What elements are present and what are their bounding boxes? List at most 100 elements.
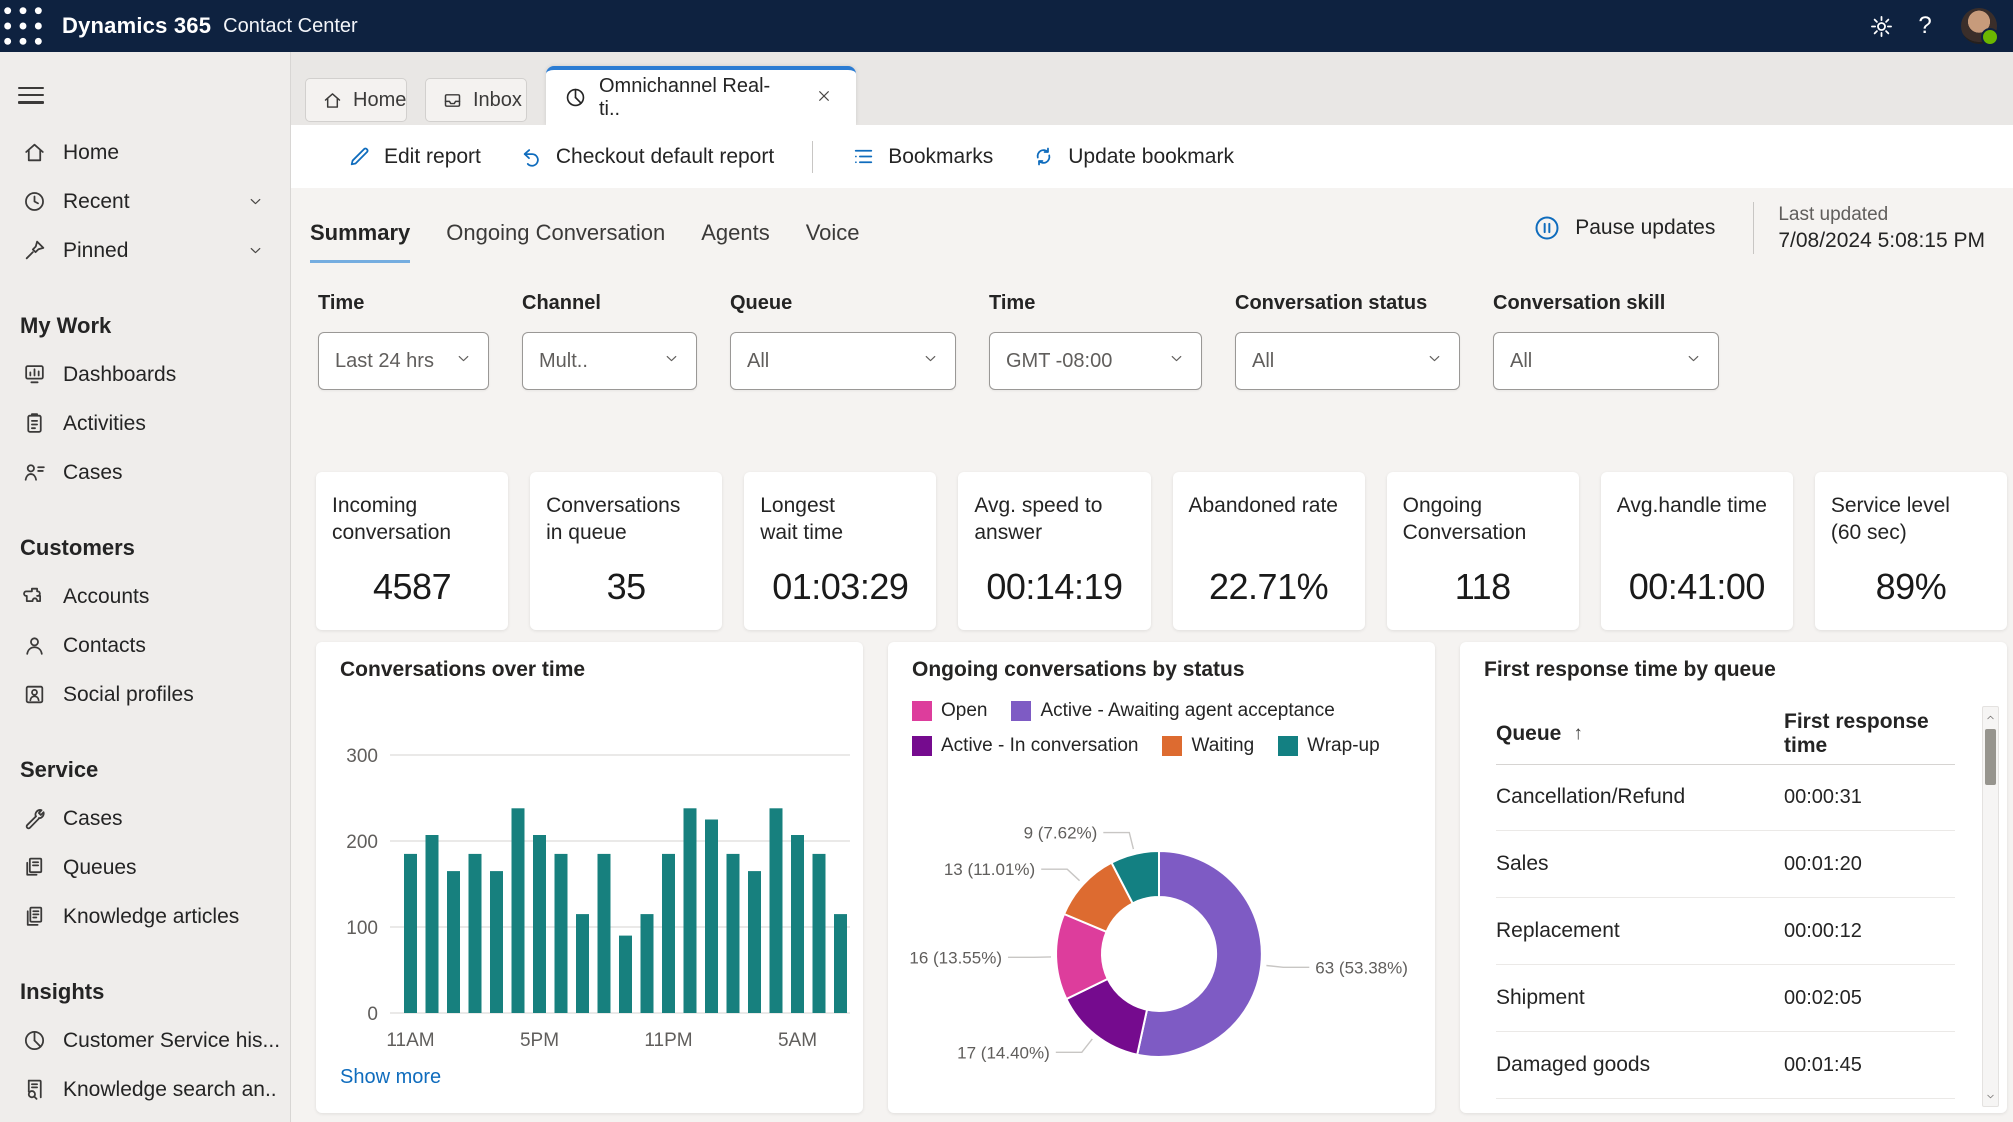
sidebar-item-cases[interactable]: Cases	[0, 448, 290, 497]
sidebar-item-dashboards[interactable]: Dashboards	[0, 350, 290, 399]
filter-label: Time	[318, 292, 365, 314]
scroll-down-icon[interactable]	[1983, 1088, 1998, 1104]
sidebar-item-label: Contacts	[63, 633, 146, 657]
first-response-time-card: First response time by queue Queue ↑ Fir…	[1460, 642, 2007, 1113]
sidebar-item-knowledge-search-an[interactable]: Knowledge search an..	[0, 1065, 290, 1114]
table-row: Shipment 00:02:05	[1496, 965, 1955, 1032]
sidebar-item-cases[interactable]: Cases	[0, 794, 290, 843]
pause-updates-button[interactable]: Pause updates	[1533, 214, 1715, 242]
pie-icon	[564, 86, 587, 109]
bar	[597, 853, 611, 1013]
filter-queue: Queue All	[730, 292, 956, 390]
inbox-icon	[442, 90, 463, 111]
kpi-title: Longest wait time	[760, 494, 844, 544]
legend-swatch-icon	[912, 736, 932, 756]
bar	[576, 914, 589, 1013]
sidebar-item-customer-service-his[interactable]: Customer Service his...	[0, 1016, 290, 1065]
table-scrollbar[interactable]	[1982, 706, 1999, 1107]
show-more-link[interactable]: Show more	[340, 1066, 441, 1089]
sidebar-item-social-profiles[interactable]: Social profiles	[0, 670, 290, 719]
svg-text:11PM: 11PM	[644, 1030, 692, 1051]
sidebar-item-label: Pinned	[63, 238, 129, 262]
filter-dropdown[interactable]: All	[1235, 332, 1460, 390]
donut-legend: Open Active - Awaiting agent acceptance Ac…	[912, 700, 1412, 757]
hamburger-menu-icon[interactable]	[18, 82, 44, 104]
bar	[554, 853, 568, 1013]
filter-dropdown[interactable]: All	[1493, 332, 1719, 390]
filter-dropdown[interactable]: All	[730, 332, 956, 390]
kpi-title: Incoming conversation	[332, 494, 452, 544]
tab-home[interactable]: Home	[305, 78, 407, 122]
doc-search-icon	[22, 1077, 47, 1102]
user-avatar[interactable]	[1961, 8, 1999, 46]
report-tab-agents[interactable]: Agents	[701, 210, 770, 263]
donut-callout-label: 9 (7.62%)	[1024, 824, 1098, 843]
sidebar-item-activities[interactable]: Activities	[0, 399, 290, 448]
sidebar-item-contacts[interactable]: Contacts	[0, 621, 290, 670]
svg-text:0: 0	[367, 1004, 378, 1025]
svg-text:100: 100	[346, 918, 378, 939]
report-tab-summary[interactable]: Summary	[310, 210, 411, 263]
person-list-icon	[22, 460, 47, 485]
bar	[812, 853, 826, 1013]
donut-callout-label: 13 (11.01%)	[944, 860, 1035, 879]
bookmarks-icon	[851, 144, 876, 169]
chevron-down-icon	[455, 350, 472, 372]
kpi-card: Service level (60 sec) 89%	[1814, 472, 2007, 630]
column-header-queue[interactable]: Queue ↑	[1496, 722, 1784, 746]
checkout-default-report-button[interactable]: Checkout default report	[519, 144, 774, 169]
scroll-up-icon[interactable]	[1983, 709, 1998, 725]
close-icon[interactable]	[816, 87, 838, 109]
tab-label: Home	[353, 88, 407, 111]
sidebar-item-label: Dashboards	[63, 362, 177, 386]
edit-report-button[interactable]: Edit report	[347, 144, 481, 169]
sidebar-item-pinned[interactable]: Pinned	[0, 226, 290, 275]
chevron-down-icon	[922, 350, 939, 372]
sidebar-item-recent[interactable]: Recent	[0, 177, 290, 226]
kpi-card: Incoming conversation 4587	[316, 472, 509, 630]
filter-dropdown[interactable]: GMT -08:00	[989, 332, 1202, 390]
kpi-card: Avg.handle time 00:41:00	[1600, 472, 1793, 630]
pencil-icon	[347, 144, 372, 169]
filter-time: Time GMT -08:00	[989, 292, 1202, 390]
filter-value: All	[747, 349, 770, 372]
sidebar-nav: Home Recent Pinned My Work Dashboards Activit…	[0, 128, 290, 1122]
waffle-icon[interactable]	[0, 0, 46, 52]
pause-icon	[1533, 214, 1561, 242]
update-bookmark-button[interactable]: Update bookmark	[1031, 144, 1234, 169]
donut-callout-label: 16 (13.55%)	[909, 948, 1002, 967]
puzzle-icon	[22, 584, 47, 609]
help-icon[interactable]: ?	[1903, 0, 1947, 52]
settings-gear-icon[interactable]	[1859, 0, 1903, 52]
bar	[425, 835, 439, 1013]
sidebar-item-queues[interactable]: Queues	[0, 843, 290, 892]
report-canvas: Summary Ongoing Conversation Agents Voice P…	[291, 188, 2013, 1122]
report-tab-voice[interactable]: Voice	[806, 210, 860, 263]
pause-updates-label: Pause updates	[1575, 216, 1716, 239]
filter-dropdown[interactable]: Mult..	[522, 332, 697, 390]
chart-title: Ongoing conversations by status	[912, 658, 1245, 681]
bookmarks-button[interactable]: Bookmarks	[851, 144, 993, 169]
scrollbar-thumb[interactable]	[1985, 729, 1996, 785]
filter-dropdown[interactable]: Last 24 hrs	[318, 332, 489, 390]
kpi-title: Avg. speed to answer	[974, 494, 1103, 544]
filter-label: Conversation skill	[1493, 292, 1666, 314]
sidebar-section-header: My Work	[20, 312, 112, 338]
legend-swatch-icon	[1011, 701, 1032, 721]
sidebar-item-knowledge-articles[interactable]: Knowledge articles	[0, 892, 290, 941]
column-header-first-response-time[interactable]: First response time	[1784, 710, 1955, 758]
sidebar-item-omnichannel-histori[interactable]: Omnichannel histori..	[0, 1114, 290, 1122]
sidebar-section-header: Service	[20, 756, 99, 782]
svg-text:5PM: 5PM	[520, 1030, 559, 1051]
report-tab-ongoing-conversation[interactable]: Ongoing Conversation	[446, 210, 665, 263]
sidebar-item-accounts[interactable]: Accounts	[0, 572, 290, 621]
tab-inbox[interactable]: Inbox	[425, 78, 527, 122]
table-row: Technical assistance00:00:25	[1496, 1099, 1955, 1113]
kpi-value: 89%	[1875, 566, 1947, 607]
sidebar-item-home[interactable]: Home	[0, 128, 290, 177]
legend-label: Waiting	[1191, 735, 1255, 756]
legend-label: Wrap-up	[1307, 735, 1380, 756]
pages-icon	[22, 904, 47, 929]
tab-omnichannel-real-ti[interactable]: Omnichannel Real-ti..	[546, 66, 856, 125]
donut-callout-label: 63 (53.38%)	[1315, 958, 1408, 977]
